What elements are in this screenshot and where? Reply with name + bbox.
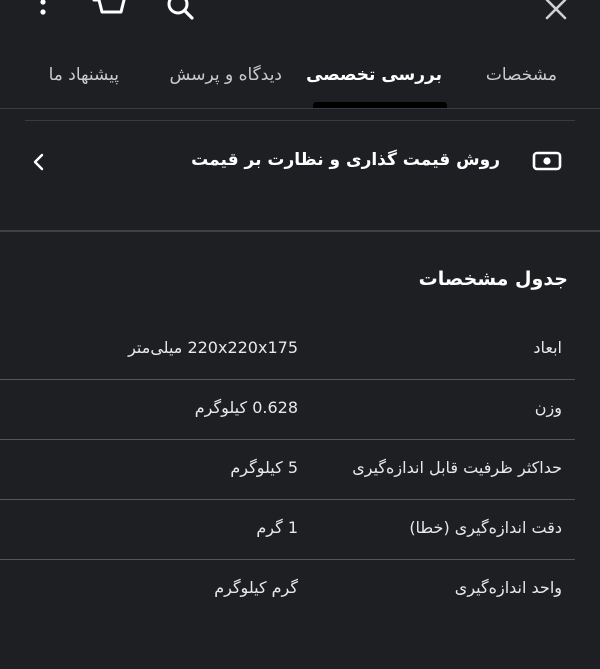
close-icon[interactable]: [543, 0, 569, 22]
active-tab-indicator: [313, 102, 447, 108]
spec-value: 0.628 کیلوگرم: [194, 398, 298, 417]
table-row: واحد اندازه‌گیری گرم کیلوگرم: [0, 560, 600, 620]
tab-review[interactable]: بررسی تخصصی: [306, 50, 442, 108]
spec-value: 5 کیلوگرم: [230, 458, 298, 477]
chevron-left-icon: [33, 153, 44, 171]
pricing-method-row[interactable]: روش قیمت گذاری و نظارت بر قیمت: [0, 121, 600, 203]
spec-key: وزن: [534, 398, 562, 417]
spec-key: واحد اندازه‌گیری: [454, 578, 562, 597]
money-icon: [532, 151, 562, 171]
tab-suggest[interactable]: پیشنهاد ما: [49, 50, 119, 108]
spec-value: 220x220x175 میلی‌متر: [128, 338, 298, 357]
table-row: ابعاد 220x220x175 میلی‌متر: [0, 320, 600, 380]
spec-key: ابعاد: [533, 338, 562, 357]
section-divider: [0, 230, 600, 232]
spec-key: حداکثر ظرفیت قابل اندازه‌گیری: [352, 458, 562, 477]
table-row: دقت اندازه‌گیری (خطا) 1 گرم: [0, 500, 600, 560]
spec-value: گرم کیلوگرم: [214, 578, 298, 597]
tab-bar: مشخصات بررسی تخصصی دیدگاه و پرسش پیشنهاد…: [0, 50, 600, 109]
table-row: وزن 0.628 کیلوگرم: [0, 380, 600, 440]
search-icon[interactable]: [165, 0, 195, 22]
tab-qa[interactable]: دیدگاه و پرسش: [170, 50, 282, 108]
tab-specs[interactable]: مشخصات: [486, 50, 557, 108]
spec-value: 1 گرم: [256, 518, 298, 537]
table-row: حداکثر ظرفیت قابل اندازه‌گیری 5 کیلوگرم: [0, 440, 600, 500]
more-vertical-icon[interactable]: [36, 0, 50, 20]
spec-key: دقت اندازه‌گیری (خطا): [409, 518, 562, 537]
product-page: مشخصات بررسی تخصصی دیدگاه و پرسش پیشنهاد…: [0, 0, 600, 669]
top-toolbar: [0, 0, 600, 30]
pricing-method-label: روش قیمت گذاری و نظارت بر قیمت: [191, 150, 500, 170]
cart-icon[interactable]: [92, 0, 128, 20]
spec-table-title: جدول مشخصات: [418, 268, 568, 290]
